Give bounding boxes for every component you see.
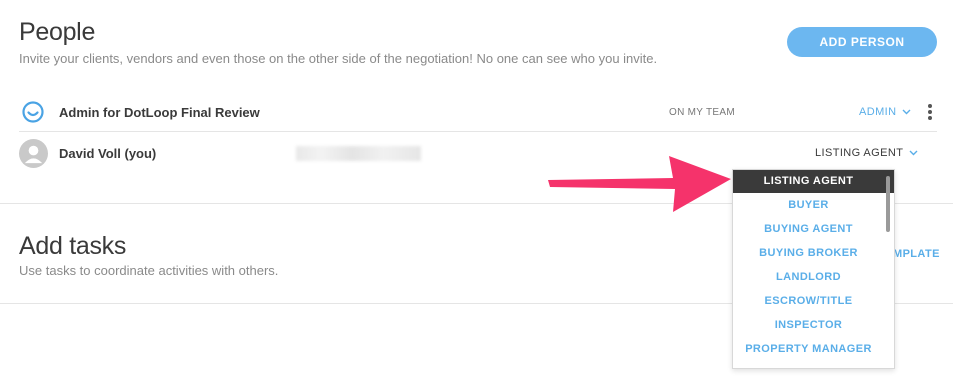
person-row-admin: Admin for DotLoop Final Review ON MY TEA… [19,92,937,132]
dropdown-option-escrow-title[interactable]: ESCROW/TITLE [733,289,894,313]
redacted-email [296,146,421,161]
tasks-title: Add tasks [19,232,127,260]
dropdown-option-listing-agent[interactable]: LISTING AGENT [733,170,894,193]
add-person-button[interactable]: ADD PERSON [787,27,937,57]
dropdown-option-buying-agent[interactable]: BUYING AGENT [733,217,894,241]
person-name: Admin for DotLoop Final Review [59,105,260,120]
person-row-self: David Voll (you) LISTING AGENT [19,133,937,173]
dropdown-option-buyer[interactable]: BUYER [733,193,894,217]
role-select-listing[interactable]: LISTING AGENT [815,147,918,159]
dotloop-logo-icon [22,101,44,123]
role-dropdown[interactable]: LISTING AGENT BUYER BUYING AGENT BUYING … [732,169,895,369]
chevron-down-icon [902,109,911,115]
chevron-down-icon [909,150,918,156]
role-label: ADMIN [859,106,897,118]
dropdown-scrollbar[interactable] [886,176,890,232]
dropdown-option-buying-broker[interactable]: BUYING BROKER [733,241,894,265]
avatar [19,139,48,168]
people-subtitle: Invite your clients, vendors and even th… [19,51,658,66]
template-button[interactable]: MPLATE [893,248,940,260]
people-title: People [19,18,96,46]
person-name: David Voll (you) [59,146,157,161]
role-select-admin[interactable]: ADMIN [859,106,911,118]
team-label: ON MY TEAM [669,107,735,118]
dropdown-option-landlord[interactable]: LANDLORD [733,265,894,289]
tasks-subtitle: Use tasks to coordinate activities with … [19,263,279,278]
more-options-icon[interactable] [927,104,933,122]
role-label: LISTING AGENT [815,147,904,159]
annotation-arrow-icon [548,156,731,212]
dropdown-option-property-manager[interactable]: PROPERTY MANAGER [733,337,894,361]
dropdown-option-inspector[interactable]: INSPECTOR [733,313,894,337]
